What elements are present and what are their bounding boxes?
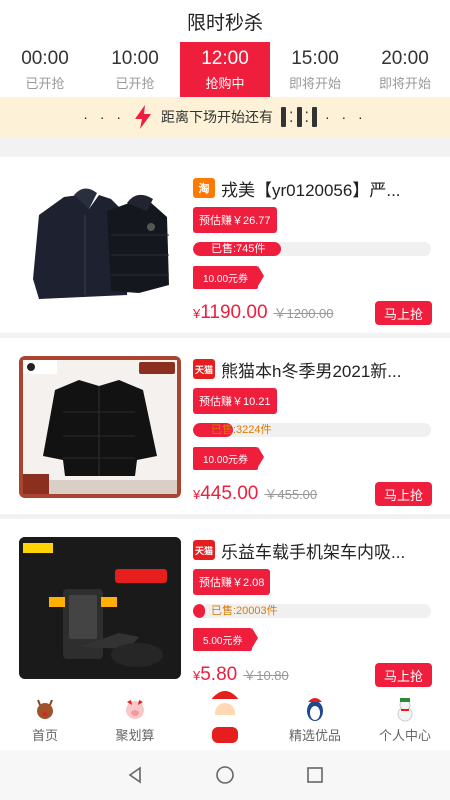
tab-home[interactable]: 首页: [0, 695, 90, 750]
tab-slot-1200[interactable]: 12:00 抢购中: [180, 42, 270, 104]
coupon-badge[interactable]: 5.00元券: [193, 628, 259, 651]
tab-juhuasuan[interactable]: 聚划算: [90, 695, 180, 750]
slot-status: 即将开始: [288, 75, 341, 91]
bottom-tab-bar: 首页 聚划算 精选优品 个人中心: [0, 689, 450, 750]
slot-status: 抢购中: [205, 75, 245, 91]
product-image-phone-holder[interactable]: [19, 537, 181, 679]
pig-icon: [126, 700, 144, 719]
penguin-icon: [307, 698, 323, 721]
sold-count: 已售:745件: [211, 243, 266, 255]
sold-progress-bar: 已售:3224件: [193, 423, 431, 437]
coupon-badge[interactable]: 10.00元券: [193, 266, 265, 289]
buy-now-button[interactable]: 马上抢: [375, 301, 432, 325]
tab-slot-1000[interactable]: 10:00 已开抢: [90, 42, 180, 97]
flash-sale-page: 限时秒杀 00:00 已开抢 10:00 已开抢 12:00 抢购中 15:00…: [0, 0, 450, 800]
product-image-jacket[interactable]: [19, 175, 181, 317]
estimate-earn-badge: 预估赚￥26.77: [193, 207, 277, 233]
time-slot-tabs: 00:00 已开抢 10:00 已开抢 12:00 抢购中 15:00 即将开始…: [0, 42, 450, 104]
timer-colon: ⁚: [304, 109, 309, 125]
tab-profile[interactable]: 个人中心: [360, 695, 450, 750]
price-value: 5.80: [200, 664, 238, 685]
price-row: ¥1190.00 ￥1200.00: [193, 302, 334, 324]
product-image-puffer[interactable]: [19, 356, 181, 498]
product-title-row: 淘 戎美【yr0120056】严...: [193, 176, 433, 201]
tab-label: 精选优品: [288, 728, 341, 743]
slot-status: 已开抢: [25, 75, 65, 91]
price-value: 445.00: [200, 483, 259, 504]
puffer-jacket-image: [19, 356, 181, 498]
product-title-row: 天猫 熊猫本h冬季男2021新...: [193, 357, 433, 382]
slot-status: 已开抢: [115, 75, 155, 91]
reindeer-icon: [37, 699, 53, 719]
back-icon[interactable]: [124, 764, 146, 786]
phone-holder-image: [19, 537, 181, 679]
sold-progress-bar: 已售:745件: [193, 242, 431, 256]
countdown-dots-right: · · ·: [324, 109, 367, 125]
estimate-earn-badge: 预估赚￥2.08: [193, 569, 271, 595]
sold-progress-fill: [193, 604, 205, 618]
product-title-row: 天猫 乐益车载手机架车内吸...: [193, 538, 433, 563]
original-price: ￥455.00: [264, 487, 318, 502]
countdown-banner: · · · 距离下场开始还有 ⁚ ⁚ · · ·: [0, 97, 450, 137]
current-price: ¥1190.00: [193, 302, 268, 324]
countdown-label: 距离下场开始还有: [161, 109, 274, 125]
product-title[interactable]: 熊猫本h冬季男2021新...: [221, 357, 431, 382]
taobao-badge-icon: 淘: [193, 178, 215, 198]
timer-digit: [281, 107, 287, 127]
price-value: 1190.00: [200, 302, 268, 323]
product-info: 淘 戎美【yr0120056】严... 预估赚￥26.77 已售:745件 10…: [193, 177, 433, 289]
product-card[interactable]: 天猫 熊猫本h冬季男2021新... 预估赚￥10.21 已售:3224件 10…: [0, 338, 450, 514]
product-info: 天猫 乐益车载手机架车内吸... 预估赚￥2.08 已售:20003件 5.00…: [193, 539, 433, 651]
page-header: 限时秒杀: [0, 0, 450, 42]
countdown-timer: ⁚ ⁚: [281, 107, 317, 127]
original-price: ￥1200.00: [273, 306, 334, 321]
tab-label: 个人中心: [378, 728, 431, 743]
estimate-earn-badge: 预估赚￥10.21: [193, 388, 277, 414]
buy-now-button[interactable]: 马上抢: [375, 482, 432, 506]
sold-count: 已售:20003件: [211, 605, 278, 617]
price-row: ¥445.00 ￥455.00: [193, 483, 317, 505]
product-title[interactable]: 戎美【yr0120056】严...: [221, 176, 431, 201]
tab-label: 首页: [31, 728, 58, 743]
tab-slot-2000[interactable]: 20:00 即将开始: [360, 42, 450, 97]
lightning-icon: [135, 105, 152, 129]
current-price: ¥445.00: [193, 483, 258, 505]
recents-square-icon[interactable]: [304, 764, 326, 786]
original-price: ￥10.80: [243, 668, 289, 683]
snowman-icon: [397, 698, 413, 722]
tab-slot-1500[interactable]: 15:00 即将开始: [270, 42, 360, 97]
timer-digit: [296, 107, 302, 127]
sold-count: 已售:3224件: [211, 424, 272, 436]
product-title[interactable]: 乐益车载手机架车内吸...: [221, 538, 431, 563]
jacket-image: [19, 175, 181, 317]
slot-time: 10:00: [111, 47, 159, 69]
sold-progress-bar: 已售:20003件: [193, 604, 431, 618]
product-card[interactable]: 天猫 乐益车载手机架车内吸... 预估赚￥2.08 已售:20003件 5.00…: [0, 519, 450, 695]
system-nav-bar: [0, 750, 450, 800]
santa-icon: [208, 689, 244, 743]
slot-status: 即将开始: [378, 75, 431, 91]
timer-colon: ⁚: [289, 109, 294, 125]
home-circle-icon[interactable]: [214, 764, 236, 786]
timer-digit: [311, 107, 317, 127]
page-title: 限时秒杀: [186, 12, 263, 34]
slot-time: 15:00: [291, 47, 339, 69]
coupon-badge[interactable]: 10.00元券: [193, 447, 265, 470]
tmall-badge-icon: 天猫: [193, 359, 215, 379]
buy-now-button[interactable]: 马上抢: [375, 663, 432, 687]
tab-label: 聚划算: [115, 728, 155, 743]
slot-time: 00:00: [21, 47, 69, 69]
tab-selected-goods[interactable]: 精选优品: [270, 695, 360, 750]
product-info: 天猫 熊猫本h冬季男2021新... 预估赚￥10.21 已售:3224件 10…: [193, 358, 433, 470]
countdown-dots-left: · · ·: [83, 109, 126, 125]
tmall-badge-icon: 天猫: [193, 540, 215, 560]
product-card[interactable]: 淘 戎美【yr0120056】严... 预估赚￥26.77 已售:745件 10…: [0, 157, 450, 333]
tab-slot-0000[interactable]: 00:00 已开抢: [0, 42, 90, 97]
tab-center-promo[interactable]: [180, 689, 270, 750]
slot-time: 12:00: [201, 47, 249, 69]
slot-time: 20:00: [381, 47, 429, 69]
